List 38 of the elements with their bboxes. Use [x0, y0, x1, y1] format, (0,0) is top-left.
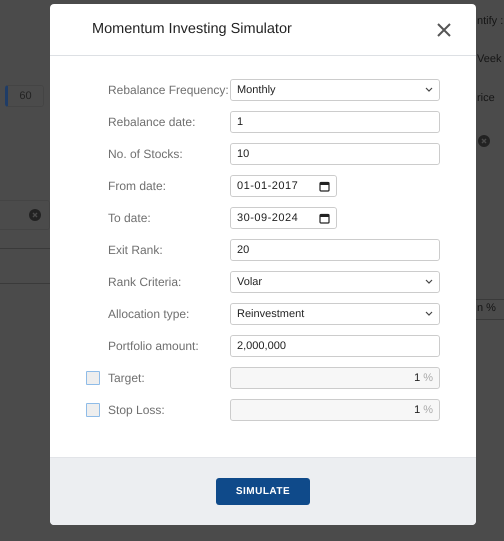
chevron-icon [425, 311, 433, 317]
field-label: Exit Rank: [108, 242, 164, 259]
clear-icon[interactable] [29, 209, 41, 221]
input-field[interactable]: 20 [230, 239, 440, 261]
calendar-icon[interactable] [319, 212, 330, 224]
clear-icon[interactable] [478, 134, 490, 147]
chevron-icon [425, 87, 433, 93]
field-label: Target: [108, 370, 146, 387]
background-text: Veek [476, 52, 502, 67]
field-label: Stop Loss: [108, 402, 166, 419]
field-label: Rebalance date: [108, 114, 196, 131]
background-text: ntify : [476, 14, 504, 29]
select-field[interactable]: Monthly [230, 79, 440, 101]
checkbox[interactable] [86, 403, 100, 417]
select-field[interactable]: Reinvestment [230, 303, 440, 325]
input-field[interactable]: 2,000,000 [230, 335, 440, 357]
close-icon [436, 22, 452, 38]
field-label: Portfolio amount: [108, 338, 200, 355]
calendar-icon[interactable] [319, 180, 330, 192]
percent-field[interactable]: 1 % [230, 367, 440, 389]
background-text: rice [476, 91, 496, 106]
input-field[interactable]: 1 [230, 111, 440, 133]
field-label: No. of Stocks: [108, 146, 184, 163]
field-label: To date: [108, 210, 152, 227]
field-label: Rebalance Frequency: [108, 82, 230, 99]
date-field[interactable]: 30-09-2024 [230, 207, 337, 229]
modal-title: Momentum Investing Simulator [92, 20, 292, 39]
percent-field[interactable]: 1 % [230, 399, 440, 421]
close-button[interactable] [436, 22, 452, 38]
select-field[interactable]: Volar [230, 271, 440, 293]
field-label: From date: [108, 178, 168, 195]
input-field[interactable]: 10 [230, 143, 440, 165]
field-label: Rank Criteria: [108, 274, 182, 291]
date-field[interactable]: 01-01-2017 [230, 175, 337, 197]
checkbox[interactable] [86, 371, 100, 385]
chevron-icon [425, 279, 433, 285]
simulate-button[interactable]: SIMULATE [216, 478, 310, 505]
field-label: Allocation type: [108, 306, 190, 323]
